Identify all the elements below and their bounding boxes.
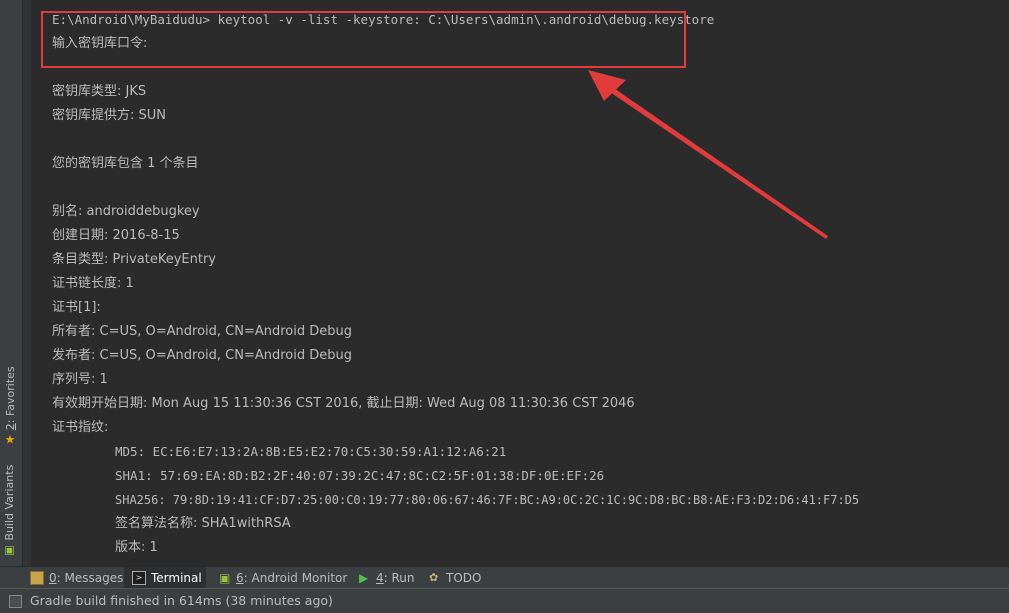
todo-label: TODO — [446, 571, 482, 585]
messages-label: : Messages — [56, 571, 124, 585]
run-mnemonic: 4 — [376, 571, 384, 585]
bottom-tool-tabs: 0: Messages > Terminal ▣ 6: Android Moni… — [0, 566, 1009, 589]
tab-android-monitor[interactable]: ▣ 6: Android Monitor — [219, 567, 347, 589]
messages-mnemonic: 0 — [49, 571, 57, 585]
run-icon: ▶ — [359, 571, 369, 585]
terminal-label: Terminal — [151, 571, 202, 585]
android-monitor-mnemonic: 6 — [236, 571, 244, 585]
tab-terminal[interactable]: > Terminal — [124, 567, 206, 589]
android-icon: ▣ — [219, 571, 231, 585]
messages-icon — [30, 571, 44, 585]
tool-windows-toggle-icon[interactable] — [9, 595, 22, 608]
tab-run[interactable]: ▶ 4: Run — [359, 567, 415, 589]
terminal-icon: > — [132, 571, 146, 585]
android-monitor-label: : Android Monitor — [243, 571, 348, 585]
annotation-arrow — [588, 70, 828, 239]
tab-messages[interactable]: 0: Messages — [30, 567, 123, 589]
status-bar: Gradle build finished in 614ms (38 minut… — [0, 588, 1009, 613]
todo-icon: ✿ — [429, 571, 439, 584]
tab-todo[interactable]: ✿ TODO — [429, 567, 481, 589]
run-label: : Run — [383, 571, 415, 585]
status-message: Gradle build finished in 614ms (38 minut… — [30, 593, 333, 608]
